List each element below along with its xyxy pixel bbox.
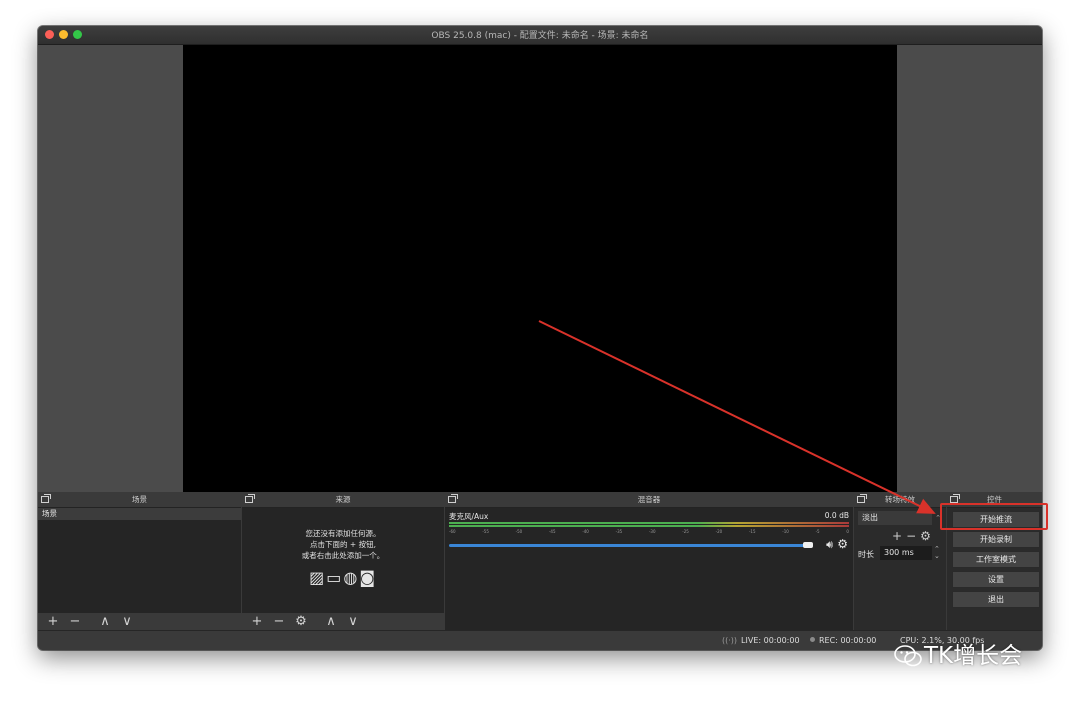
annotation-arrow xyxy=(538,320,936,514)
highlight-box xyxy=(940,503,1048,530)
watermark-text: TK增长会 xyxy=(924,643,1023,669)
watermark: TK增长会 xyxy=(894,636,1022,670)
wechat-icon xyxy=(894,645,922,667)
